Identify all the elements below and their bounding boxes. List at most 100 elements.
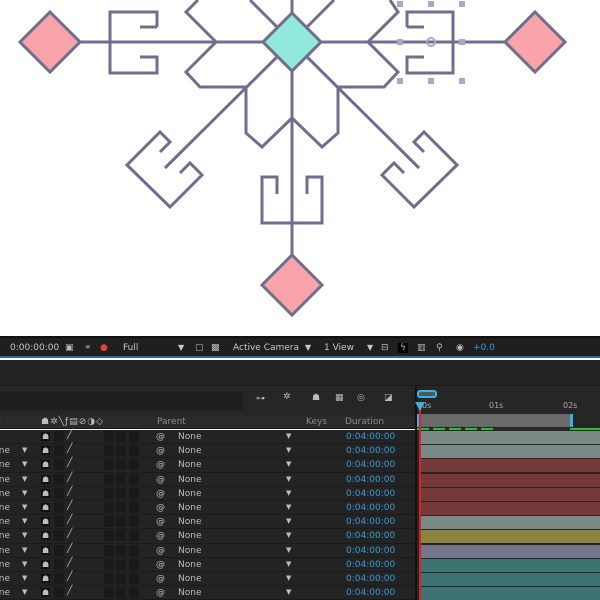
layer-row[interactable]: None ▼ ☗ ╱ @ None ▼ 0:04:00:00 bbox=[0, 444, 415, 459]
collapse-switch[interactable] bbox=[54, 530, 64, 542]
collapse-switch[interactable] bbox=[54, 487, 64, 499]
pick-whip-icon[interactable]: @ bbox=[156, 546, 165, 556]
motion-blur-icon[interactable]: ◎ bbox=[357, 393, 365, 403]
collapse-switch[interactable] bbox=[54, 502, 64, 513]
timeline-icon[interactable]: ▥ bbox=[417, 343, 426, 353]
keys-column-header[interactable]: Keys bbox=[306, 417, 327, 427]
motion-blur-switch[interactable] bbox=[104, 587, 114, 599]
timeline-area[interactable]: 0s 01s 02s bbox=[415, 386, 600, 600]
mode-dropdown-icon[interactable]: ▼ bbox=[22, 489, 27, 497]
shy-switch-icon[interactable]: ☗ bbox=[41, 474, 51, 484]
parent-dropdown-icon[interactable]: ▼ bbox=[286, 531, 291, 539]
motion-blur-switch[interactable] bbox=[104, 502, 114, 513]
duration-value[interactable]: 0:04:00:00 bbox=[346, 489, 395, 499]
layer-duration-bar[interactable] bbox=[421, 558, 600, 572]
collapse-switch[interactable] bbox=[54, 558, 64, 570]
shy-switch-icon[interactable]: ☗ bbox=[41, 432, 51, 441]
composition-viewer[interactable] bbox=[0, 0, 600, 336]
collapse-switch[interactable] bbox=[54, 445, 64, 457]
graph-editor-icon[interactable]: ◪ bbox=[384, 393, 393, 403]
adjustment-switch[interactable] bbox=[116, 473, 126, 485]
shy-switch-icon[interactable]: ☗ bbox=[41, 588, 51, 598]
parent-dropdown-icon[interactable]: ▼ bbox=[286, 489, 291, 497]
quality-switch-icon[interactable]: ╱ bbox=[67, 572, 72, 582]
parent-dropdown-icon[interactable]: ▼ bbox=[286, 574, 291, 582]
parent-select[interactable]: None bbox=[178, 574, 201, 584]
duration-value[interactable]: 0:04:00:00 bbox=[346, 517, 395, 527]
shy-switch-icon[interactable]: ☗ bbox=[41, 503, 51, 512]
shy-switch-icon[interactable]: ☗ bbox=[41, 488, 51, 498]
layer-row[interactable]: None ▼ ☗ ╱ @ None ▼ 0:04:00:00 bbox=[0, 501, 415, 516]
layer-duration-bar[interactable] bbox=[421, 431, 600, 444]
layer-duration-bar[interactable] bbox=[421, 487, 600, 501]
parent-dropdown-icon[interactable]: ▼ bbox=[286, 460, 291, 468]
views-select[interactable]: 1 View bbox=[324, 343, 354, 353]
duration-value[interactable]: 0:04:00:00 bbox=[346, 432, 395, 442]
layer-row[interactable]: None ▼ ☗ ╱ @ None ▼ 0:04:00:00 bbox=[0, 572, 415, 587]
pick-whip-icon[interactable]: @ bbox=[156, 560, 165, 570]
motion-blur-switch[interactable] bbox=[104, 473, 114, 485]
motion-blur-switch[interactable] bbox=[104, 573, 114, 584]
work-area-bar[interactable] bbox=[417, 414, 573, 427]
mode-dropdown-icon[interactable]: ▼ bbox=[22, 546, 27, 554]
mode-value[interactable]: None bbox=[0, 503, 10, 513]
mode-dropdown-icon[interactable]: ▼ bbox=[22, 560, 27, 568]
layer-row[interactable]: None ▼ ☗ ╱ @ None ▼ 0:04:00:00 bbox=[0, 558, 415, 573]
collapse-switch[interactable] bbox=[54, 587, 64, 599]
pick-whip-icon[interactable]: @ bbox=[156, 503, 165, 513]
duration-value[interactable]: 0:04:00:00 bbox=[346, 503, 395, 513]
adjustment-switch[interactable] bbox=[116, 530, 126, 542]
layer-duration-bar[interactable] bbox=[421, 530, 600, 544]
3d-layer-switch[interactable] bbox=[129, 573, 139, 584]
quality-switch-icon[interactable]: ╱ bbox=[67, 487, 72, 497]
duration-value[interactable]: 0:04:00:00 bbox=[346, 546, 395, 556]
mode-dropdown-icon[interactable]: ▼ bbox=[22, 588, 27, 596]
views-dropdown-icon[interactable]: ▼ bbox=[367, 343, 373, 352]
mode-dropdown-icon[interactable]: ▼ bbox=[22, 446, 27, 454]
shy-switch-icon[interactable]: ☗ bbox=[41, 446, 51, 456]
camera-dropdown-icon[interactable]: ▼ bbox=[305, 343, 311, 352]
parent-select[interactable]: None bbox=[178, 460, 201, 470]
duration-value[interactable]: 0:04:00:00 bbox=[346, 531, 395, 541]
adjustment-switch[interactable] bbox=[116, 431, 126, 442]
collapse-switch[interactable] bbox=[54, 573, 64, 584]
mode-value[interactable]: None bbox=[0, 560, 10, 570]
layer-duration-bar[interactable] bbox=[421, 544, 600, 558]
transparency-grid-icon[interactable]: ▩ bbox=[211, 343, 220, 353]
layer-duration-bar[interactable] bbox=[421, 502, 600, 515]
quality-switch-icon[interactable]: ╱ bbox=[67, 515, 72, 525]
adjustment-switch[interactable] bbox=[116, 487, 126, 499]
flowchart-icon[interactable]: ⚲ bbox=[436, 343, 443, 353]
3d-layer-switch[interactable] bbox=[129, 459, 139, 471]
quality-switch-icon[interactable]: ╱ bbox=[67, 558, 72, 568]
layer-row[interactable]: ☗ ╱ @ None ▼ 0:04:00:00 bbox=[0, 430, 415, 445]
collapse-switch[interactable] bbox=[54, 459, 64, 471]
parent-dropdown-icon[interactable]: ▼ bbox=[286, 432, 291, 440]
mode-value[interactable]: None bbox=[0, 588, 10, 598]
resolution-select[interactable]: Full bbox=[123, 343, 138, 353]
hide-shy-layers-icon[interactable]: ☗ bbox=[312, 393, 320, 403]
pick-whip-icon[interactable]: @ bbox=[156, 517, 165, 527]
collapse-switch[interactable] bbox=[54, 431, 64, 442]
duration-value[interactable]: 0:04:00:00 bbox=[346, 560, 395, 570]
motion-blur-switch[interactable] bbox=[104, 487, 114, 499]
layer-duration-bar[interactable] bbox=[421, 587, 600, 600]
shy-switch-icon[interactable]: ☗ bbox=[41, 545, 51, 555]
pick-whip-icon[interactable]: @ bbox=[156, 460, 165, 470]
duration-value[interactable]: 0:04:00:00 bbox=[346, 460, 395, 470]
pick-whip-icon[interactable]: @ bbox=[156, 588, 165, 598]
duration-value[interactable]: 0:04:00:00 bbox=[346, 574, 395, 584]
3d-layer-switch[interactable] bbox=[129, 431, 139, 442]
pick-whip-icon[interactable]: @ bbox=[156, 489, 165, 499]
layer-row[interactable]: None ▼ ☗ ╱ @ None ▼ 0:04:00:00 bbox=[0, 473, 415, 487]
3d-layer-switch[interactable] bbox=[129, 445, 139, 457]
3d-layer-switch[interactable] bbox=[129, 487, 139, 499]
layer-row[interactable]: None ▼ ☗ ╱ @ None ▼ 0:04:00:00 bbox=[0, 515, 415, 530]
camera-icon[interactable]: ▣ bbox=[65, 343, 74, 353]
resolution-dropdown-icon[interactable]: ▼ bbox=[178, 343, 184, 352]
duration-value[interactable]: 0:04:00:00 bbox=[346, 446, 395, 456]
shy-switch-icon[interactable]: ☗ bbox=[41, 460, 51, 470]
collapse-switch[interactable] bbox=[54, 473, 64, 485]
mode-dropdown-icon[interactable]: ▼ bbox=[22, 460, 27, 468]
mode-value[interactable]: None bbox=[0, 475, 10, 485]
